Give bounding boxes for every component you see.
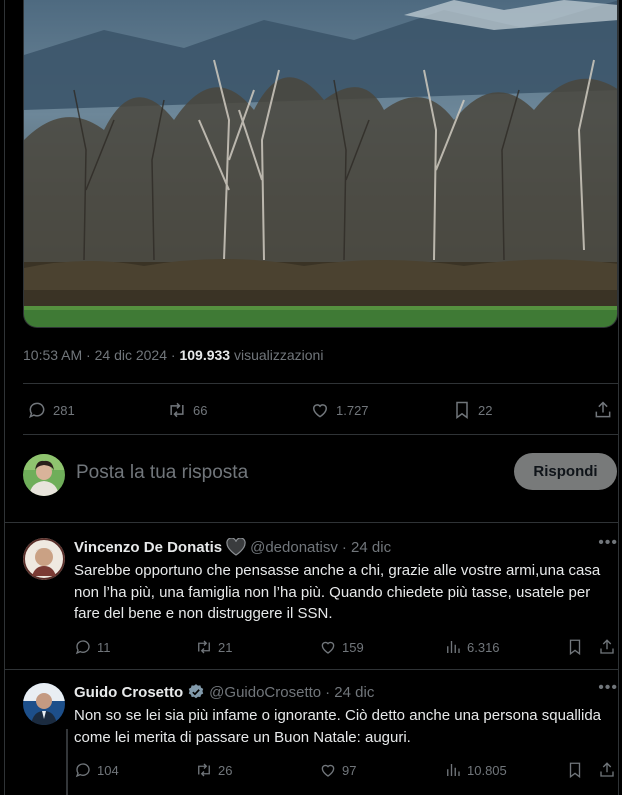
speech-bubble-icon xyxy=(75,640,90,655)
user-avatar-image xyxy=(23,538,65,580)
views-count: 109.933 xyxy=(179,347,231,363)
verified-badge-icon[interactable] xyxy=(187,683,205,701)
reply-count: 104 xyxy=(97,762,119,778)
heart-icon xyxy=(321,641,335,654)
views-action[interactable]: 10.805 xyxy=(444,761,507,779)
post-photo[interactable] xyxy=(23,0,618,328)
reply-action[interactable]: 11 xyxy=(74,638,111,656)
reply-item[interactable]: Guido Crosetto @GuidoCrosetto · 24 dic •… xyxy=(23,679,618,795)
divider xyxy=(5,522,618,523)
reply-item[interactable]: Vincenzo De Donatis @dedonatisv · 24 dic… xyxy=(23,534,618,658)
bar-chart-icon xyxy=(447,641,460,653)
post-action-bar: 281 66 1.727 22 xyxy=(23,396,618,424)
meta-separator: · xyxy=(86,347,95,363)
reply-action-bar: 11 21 159 6.316 xyxy=(74,638,618,658)
bookmark-icon xyxy=(456,401,468,419)
reply-date[interactable]: · 24 dic xyxy=(342,539,391,556)
user-avatar-image xyxy=(23,683,65,725)
post-time[interactable]: 10:53 AM xyxy=(23,347,82,363)
bar-chart-icon xyxy=(447,764,460,776)
views-label: visualizzazioni xyxy=(233,347,324,363)
more-dots-icon[interactable]: ••• xyxy=(598,534,618,552)
column-border-right xyxy=(618,0,619,795)
views-count: 6.316 xyxy=(467,639,500,655)
like-action[interactable]: 159 xyxy=(319,638,364,656)
heart-icon xyxy=(321,764,335,777)
author-handle[interactable]: @GuidoCrosetto xyxy=(209,684,321,701)
share-action[interactable] xyxy=(598,638,616,656)
like-count: 159 xyxy=(342,639,364,655)
repost-action[interactable]: 26 xyxy=(195,761,232,779)
repost-count: 66 xyxy=(193,402,208,418)
reply-action[interactable]: 281 xyxy=(27,396,75,424)
repost-action[interactable]: 66 xyxy=(167,396,207,424)
author-handle[interactable]: @dedonatisv xyxy=(250,539,338,556)
landscape-image xyxy=(24,0,617,327)
reply-text: Sarebbe opportuno che pensasse anche a c… xyxy=(74,562,601,622)
post-date[interactable]: 24 dic 2024 xyxy=(95,347,167,363)
reply-composer: Posta la tua risposta Rispondi xyxy=(23,452,618,496)
author-name[interactable]: Guido Crosetto xyxy=(74,684,183,701)
bookmark-action[interactable] xyxy=(566,761,584,779)
reply-date[interactable]: · 24 dic xyxy=(325,684,374,701)
heart-icon xyxy=(312,404,328,418)
reply-button[interactable]: Rispondi xyxy=(514,453,617,490)
views-action[interactable]: 6.316 xyxy=(444,638,500,656)
views-count: 10.805 xyxy=(467,762,507,778)
reply-text: Non so se lei sia più infame o ignorante… xyxy=(74,707,602,746)
bookmark-icon xyxy=(569,762,581,779)
avatar[interactable] xyxy=(23,454,65,496)
repost-arrows-icon xyxy=(198,763,210,777)
post-meta: 10:53 AM · 24 dic 2024 · 109.933 visuali… xyxy=(23,347,323,363)
reply-header: Vincenzo De Donatis @dedonatisv · 24 dic xyxy=(74,538,391,556)
speech-bubble-icon xyxy=(75,763,90,778)
repost-count: 26 xyxy=(218,762,233,778)
reply-header: Guido Crosetto @GuidoCrosetto · 24 dic xyxy=(74,683,374,701)
like-count: 1.727 xyxy=(336,402,369,418)
repost-count: 21 xyxy=(218,639,233,655)
share-icon xyxy=(595,401,611,418)
reply-action-bar: 104 26 97 10.805 xyxy=(74,761,618,781)
user-avatar-image xyxy=(23,454,65,496)
bookmark-action[interactable]: 22 xyxy=(452,396,492,424)
repost-arrows-icon xyxy=(198,640,210,654)
like-action[interactable]: 1.727 xyxy=(310,396,369,424)
divider xyxy=(23,434,618,435)
share-icon xyxy=(600,639,614,654)
thread-line xyxy=(66,729,68,795)
reply-count: 11 xyxy=(97,639,111,655)
share-action[interactable] xyxy=(598,761,616,779)
divider xyxy=(5,669,618,670)
more-dots-icon[interactable]: ••• xyxy=(598,679,618,697)
divider xyxy=(23,383,618,384)
bookmark-icon xyxy=(569,639,581,656)
repost-arrows-icon xyxy=(170,402,184,418)
avatar[interactable] xyxy=(23,538,65,580)
column-border-left xyxy=(4,0,5,795)
reply-count: 281 xyxy=(53,402,75,418)
speech-bubble-icon xyxy=(29,402,45,419)
black-heart-icon xyxy=(226,538,246,556)
author-name[interactable]: Vincenzo De Donatis xyxy=(74,539,222,556)
share-icon xyxy=(600,762,614,777)
like-action[interactable]: 97 xyxy=(319,761,356,779)
reply-input[interactable]: Posta la tua risposta xyxy=(76,462,248,484)
reply-action[interactable]: 104 xyxy=(74,761,119,779)
share-action[interactable] xyxy=(593,396,613,424)
repost-action[interactable]: 21 xyxy=(195,638,232,656)
avatar[interactable] xyxy=(23,683,65,725)
bookmark-action[interactable] xyxy=(566,638,584,656)
like-count: 97 xyxy=(342,762,357,778)
bookmark-count: 22 xyxy=(478,402,493,418)
